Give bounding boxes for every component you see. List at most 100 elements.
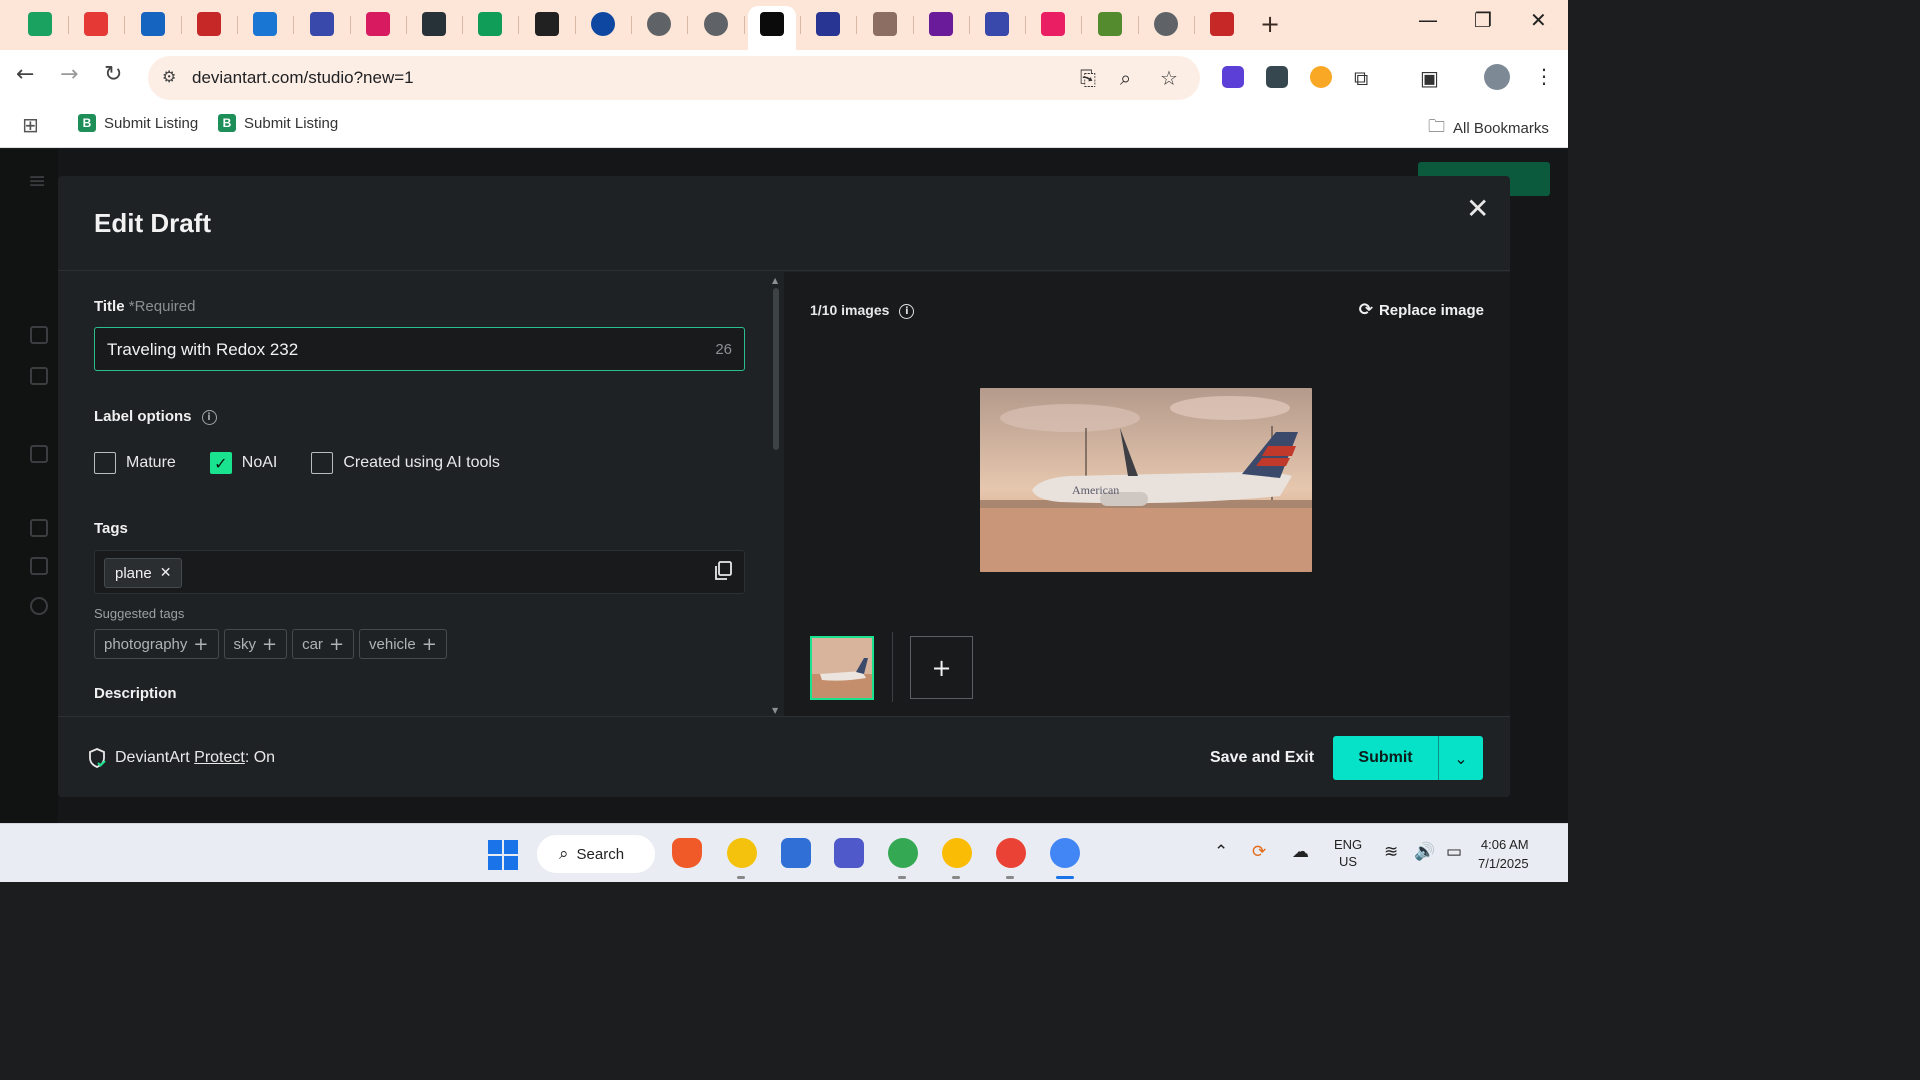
install-app-icon[interactable]: ⎘ (1080, 66, 1096, 90)
teams-icon[interactable] (834, 838, 864, 868)
checkmark-icon[interactable]: ✓ (209, 452, 232, 474)
tab-separator (631, 16, 632, 34)
protect-link[interactable]: Protect (194, 749, 245, 766)
tab-favicon-icon[interactable] (534, 12, 559, 36)
taskbar-search[interactable]: ⌕ Search (537, 835, 655, 873)
bookmark-submit-listing-2[interactable]: B Submit Listing (218, 114, 338, 132)
chrome-profile-c-icon[interactable] (888, 838, 918, 868)
tab-favicon-icon[interactable] (28, 12, 52, 36)
tab-favicon-icon[interactable] (759, 12, 784, 36)
title-input-value[interactable]: Traveling with Redox 232 (107, 340, 298, 360)
suggested-tag[interactable]: photography + (94, 629, 219, 659)
tab-favicon-icon[interactable] (1097, 12, 1122, 36)
tab-favicon-icon[interactable] (703, 12, 728, 36)
sync-icon[interactable]: ⟳ (1252, 842, 1266, 862)
checkbox-noai[interactable]: ✓ NoAI (209, 452, 277, 474)
tab-favicon-icon[interactable] (309, 12, 334, 36)
new-tab-button[interactable]: + (1260, 10, 1280, 38)
tab-favicon-icon[interactable] (928, 12, 953, 36)
bookmark-submit-listing-1[interactable]: B Submit Listing (78, 114, 198, 132)
brave-browser-icon[interactable] (672, 838, 702, 868)
extension-folder-icon[interactable] (1266, 66, 1288, 88)
minimize-icon[interactable]: — (1418, 8, 1438, 32)
tab-favicon-icon[interactable] (140, 12, 165, 36)
checkbox-mature[interactable]: Mature (94, 452, 176, 474)
replace-image-button[interactable]: ⟳ Replace image (1359, 300, 1484, 320)
zoom-icon[interactable]: ⌕ (1120, 66, 1131, 90)
extensions-puzzle-icon[interactable]: ⧉ (1354, 66, 1368, 90)
extension-p-icon[interactable] (1222, 66, 1244, 88)
tab-favicon-icon[interactable] (872, 12, 897, 36)
notepad-icon[interactable] (781, 838, 811, 868)
image-thumbnail[interactable] (810, 636, 874, 700)
title-input[interactable]: Traveling with Redox 232 26 (94, 327, 745, 371)
submit-button[interactable]: Submit (1333, 736, 1438, 780)
url-text[interactable]: deviantart.com/studio?new=1 (192, 68, 414, 88)
language-indicator[interactable]: ENG US (1334, 836, 1362, 870)
tab-favicon-icon[interactable] (253, 12, 278, 36)
tab-favicon-icon[interactable] (1154, 12, 1178, 36)
clock[interactable]: 4:06 AM 7/1/2025 (1478, 835, 1529, 873)
apps-grid-icon[interactable]: ⊞ (22, 113, 39, 137)
chrome-active-icon[interactable] (1050, 838, 1080, 868)
profile-avatar[interactable] (1484, 64, 1510, 90)
tab-favicon-icon[interactable] (647, 12, 672, 36)
tray-chevron-up-icon[interactable]: ⌃ (1214, 842, 1228, 862)
reload-icon[interactable]: ↻ (104, 62, 122, 87)
scrollbar-thumb[interactable] (773, 288, 779, 450)
menu-kebab-icon[interactable]: ⋮ (1534, 64, 1554, 88)
tab-favicon-icon[interactable] (84, 12, 109, 36)
checkbox-ai-tools[interactable]: Created using AI tools (311, 452, 500, 474)
close-icon[interactable]: ✕ (1466, 192, 1489, 225)
tab-favicon-icon[interactable] (1210, 12, 1235, 36)
checkbox-box[interactable] (311, 452, 334, 474)
forward-icon[interactable]: → (60, 62, 78, 87)
suggested-tag[interactable]: vehicle + (359, 629, 447, 659)
form-scrollbar[interactable]: ▲ ▼ (772, 276, 780, 716)
tab-favicon-icon[interactable] (422, 12, 447, 36)
suggested-tag[interactable]: car + (292, 629, 355, 659)
add-image-button[interactable]: + (910, 636, 973, 699)
battery-icon[interactable]: ▭ (1446, 842, 1462, 862)
title-char-count: 26 (715, 341, 732, 358)
windows-start-icon[interactable] (488, 840, 518, 870)
tab-favicon-icon[interactable] (196, 12, 221, 36)
folder-icon: 🗀 (1428, 117, 1445, 137)
all-bookmarks[interactable]: 🗀 All Bookmarks (1428, 114, 1549, 143)
chevron-down-icon[interactable]: ⌄ (1439, 736, 1483, 780)
tab-favicon-icon[interactable] (478, 12, 503, 36)
scroll-down-icon[interactable]: ▼ (772, 706, 778, 715)
save-and-exit-button[interactable]: Save and Exit (1210, 749, 1314, 767)
chrome-profile-j-icon[interactable] (942, 838, 972, 868)
back-icon[interactable]: ← (16, 62, 34, 87)
image-count: 1/10 images i (810, 302, 915, 319)
tab-favicon-icon[interactable] (985, 12, 1010, 36)
tags-input[interactable]: plane ✕ (94, 550, 745, 594)
extension-user-icon[interactable] (1310, 66, 1332, 88)
copy-icon[interactable] (714, 561, 732, 581)
scroll-up-icon[interactable]: ▲ (772, 276, 778, 285)
info-icon[interactable]: i (899, 303, 915, 319)
tab-strip: + — ❐ ✕ (0, 0, 1568, 50)
windows-taskbar: ⌕ Search ⌃ ⟳ ☁ ENG US ≋ 🔊 ▭ 4:06 AM 7/1/… (0, 823, 1568, 882)
bookmark-star-icon[interactable]: ☆ (1160, 66, 1178, 90)
tab-favicon-icon[interactable] (1041, 12, 1066, 36)
running-indicator (898, 876, 906, 879)
tab-search-icon[interactable]: ▣ (1420, 66, 1439, 90)
close-window-icon[interactable]: ✕ (1530, 8, 1547, 32)
restore-icon[interactable]: ❐ (1474, 8, 1492, 32)
wifi-icon[interactable]: ≋ (1384, 842, 1398, 862)
checkbox-box[interactable] (94, 452, 116, 474)
tab-favicon-icon[interactable] (816, 12, 841, 36)
address-bar[interactable]: ⚙ deviantart.com/studio?new=1 ⎘ ⌕ ☆ (148, 56, 1200, 100)
suggested-tag[interactable]: sky + (223, 629, 288, 659)
cloud-icon[interactable]: ☁ (1292, 842, 1309, 862)
remove-tag-icon[interactable]: ✕ (160, 565, 172, 581)
volume-icon[interactable]: 🔊 (1414, 842, 1435, 862)
tab-favicon-icon[interactable] (591, 12, 615, 36)
tab-favicon-icon[interactable] (365, 12, 390, 36)
chrome-profile-j2-icon[interactable] (996, 838, 1026, 868)
app-yellow-icon[interactable] (727, 838, 757, 868)
site-info-icon[interactable]: ⚙ (162, 67, 176, 86)
info-icon[interactable]: i (201, 409, 217, 425)
